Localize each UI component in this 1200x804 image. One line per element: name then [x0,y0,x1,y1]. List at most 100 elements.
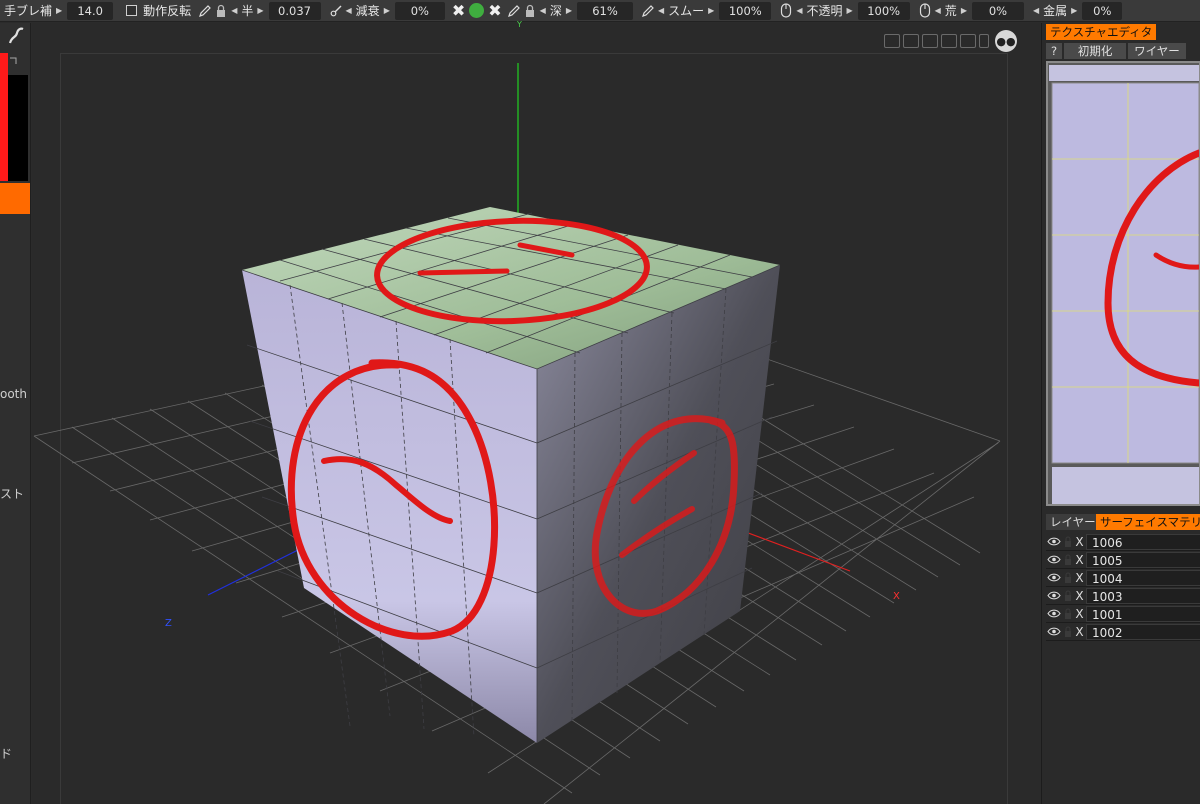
active-tool-highlight[interactable] [0,183,30,214]
reset-button[interactable]: 初期化 [1064,43,1127,59]
visibility-eye-icon[interactable] [1046,608,1062,620]
tab-surface-material[interactable]: サーフェイスマテリアル [1096,514,1200,530]
layer-row[interactable]: X 1006 [1046,533,1200,551]
reverse-toggle[interactable]: 動作反転 [118,0,195,21]
left-tool-panel: ooth スト ド [0,23,31,804]
layer-row[interactable]: X 1005 [1046,551,1200,569]
layer-name[interactable]: 1001 [1086,605,1200,622]
brush-stroke-icon[interactable] [6,26,26,49]
layer-list: X 1006 X 1005 X 1004 X 1003 X 1001 X 1002 [1046,533,1200,641]
visibility-eye-icon[interactable] [1046,626,1062,638]
layer-row[interactable]: X 1002 [1046,623,1200,641]
falloff-label: 減衰 [355,4,380,18]
z-axis-label: Z [165,618,172,629]
layer-lock-icon[interactable] [1062,626,1073,638]
mirror-x-toggle-icon[interactable]: ✖ [452,1,465,20]
mirror-y-toggle-icon[interactable] [469,3,485,18]
wire-button[interactable]: ワイヤー [1128,43,1186,59]
visibility-eye-icon[interactable] [1046,536,1062,548]
roughness-decrease-arrow[interactable]: ◀ [933,6,943,15]
tool-item-smooth[interactable]: ooth [0,387,27,401]
smooth-input[interactable]: 100% [719,1,772,20]
opacity-control: ◀ 不透明 ▶ 100% [776,0,914,21]
x-axis-label: X [893,591,900,602]
mouse-icon[interactable] [917,2,933,20]
tab-layers[interactable]: レイヤー [1046,514,1100,530]
opacity-input[interactable]: 100% [857,1,910,20]
depth-increase-arrow[interactable]: ▶ [564,6,574,15]
layer-lock-icon[interactable] [1062,590,1073,602]
radius-increase-arrow[interactable]: ▶ [255,6,265,15]
layer-name[interactable]: 1002 [1086,623,1200,640]
axis-mirror-group: ✖ ✖ [450,0,504,21]
layer-disable-icon[interactable]: X [1073,535,1086,549]
top-toolbar: 手ブレ補 ▶ 14.0 動作反転 ◀ 半 ▶ 0.037 ◀ 減衰 ▶ 0% ✖… [0,0,1200,22]
layer-row[interactable]: X 1003 [1046,587,1200,605]
metal-input[interactable]: 0% [1082,1,1123,20]
pen-icon[interactable] [197,2,213,20]
smooth-label: スムー [668,4,705,18]
falloff-increase-arrow[interactable]: ▶ [382,6,392,15]
layer-lock-icon[interactable] [1062,572,1073,584]
layer-row[interactable]: X 1004 [1046,569,1200,587]
falloff-decrease-arrow[interactable]: ◀ [344,6,354,15]
reverse-checkbox[interactable] [126,5,138,16]
lock-icon[interactable] [213,2,229,20]
stabilizer-input[interactable]: 14.0 [67,1,114,20]
smooth-decrease-arrow[interactable]: ◀ [656,6,666,15]
metal-control: ◀ 金属 ▶ 0% [1029,0,1127,21]
visibility-eye-icon[interactable] [1046,554,1062,566]
brush-icon[interactable] [328,2,344,20]
y-axis-label: Y [517,20,522,29]
metal-label: 金属 [1043,4,1068,18]
radius-decrease-arrow[interactable]: ◀ [229,6,239,15]
layer-lock-icon[interactable] [1062,554,1073,566]
falloff-input[interactable]: 0% [394,1,445,20]
pen-icon[interactable] [640,2,656,20]
layer-row[interactable]: X 1001 [1046,605,1200,623]
roughness-increase-arrow[interactable]: ▶ [959,6,969,15]
tab-texture-editor[interactable]: テクスチャエディタ [1046,24,1157,40]
visibility-eye-icon[interactable] [1046,590,1062,602]
layer-disable-icon[interactable]: X [1073,625,1086,639]
mirror-z-toggle-icon[interactable]: ✖ [488,1,501,20]
layer-name[interactable]: 1003 [1086,587,1200,604]
smooth-increase-arrow[interactable]: ▶ [706,6,716,15]
depth-input[interactable]: 61% [576,1,633,20]
stabilizer-increase-arrow[interactable]: ▶ [54,6,64,15]
depth-label: 深 [549,4,562,18]
layer-lock-icon[interactable] [1062,608,1073,620]
opacity-label: 不透明 [806,4,843,18]
depth-decrease-arrow[interactable]: ◀ [538,6,548,15]
reverse-label: 動作反転 [143,4,192,18]
metal-increase-arrow[interactable]: ▶ [1069,6,1079,15]
metal-decrease-arrow[interactable]: ◀ [1031,6,1041,15]
layer-name[interactable]: 1004 [1086,569,1200,586]
help-button[interactable]: ? [1046,43,1063,59]
swap-colors-icon[interactable] [8,55,18,69]
3d-viewport[interactable]: ●● Z X [32,23,1040,804]
texture-canvas[interactable] [1046,61,1200,506]
smooth-control: ◀ スムー ▶ 100% [638,0,776,21]
tool-item-contrast[interactable]: スト [0,485,24,502]
layer-name[interactable]: 1006 [1086,533,1200,550]
uv-preview [1048,63,1199,504]
opacity-decrease-arrow[interactable]: ◀ [794,6,804,15]
roughness-input[interactable]: 0% [971,1,1024,20]
layer-disable-icon[interactable]: X [1073,553,1086,567]
layer-lock-icon[interactable] [1062,536,1073,548]
primary-color-swatch[interactable] [0,53,8,181]
layer-disable-icon[interactable]: X [1073,589,1086,603]
opacity-increase-arrow[interactable]: ▶ [844,6,854,15]
secondary-color-swatch[interactable] [8,75,28,181]
tool-item-mode[interactable]: ド [0,745,12,762]
radius-input[interactable]: 0.037 [268,1,321,20]
layer-disable-icon[interactable]: X [1073,571,1086,585]
radius-label: 半 [241,4,254,18]
visibility-eye-icon[interactable] [1046,572,1062,584]
layer-disable-icon[interactable]: X [1073,607,1086,621]
lock-icon[interactable] [522,2,538,20]
layer-name[interactable]: 1005 [1086,551,1200,568]
mouse-icon[interactable] [778,2,794,20]
pen-icon[interactable] [506,2,522,20]
